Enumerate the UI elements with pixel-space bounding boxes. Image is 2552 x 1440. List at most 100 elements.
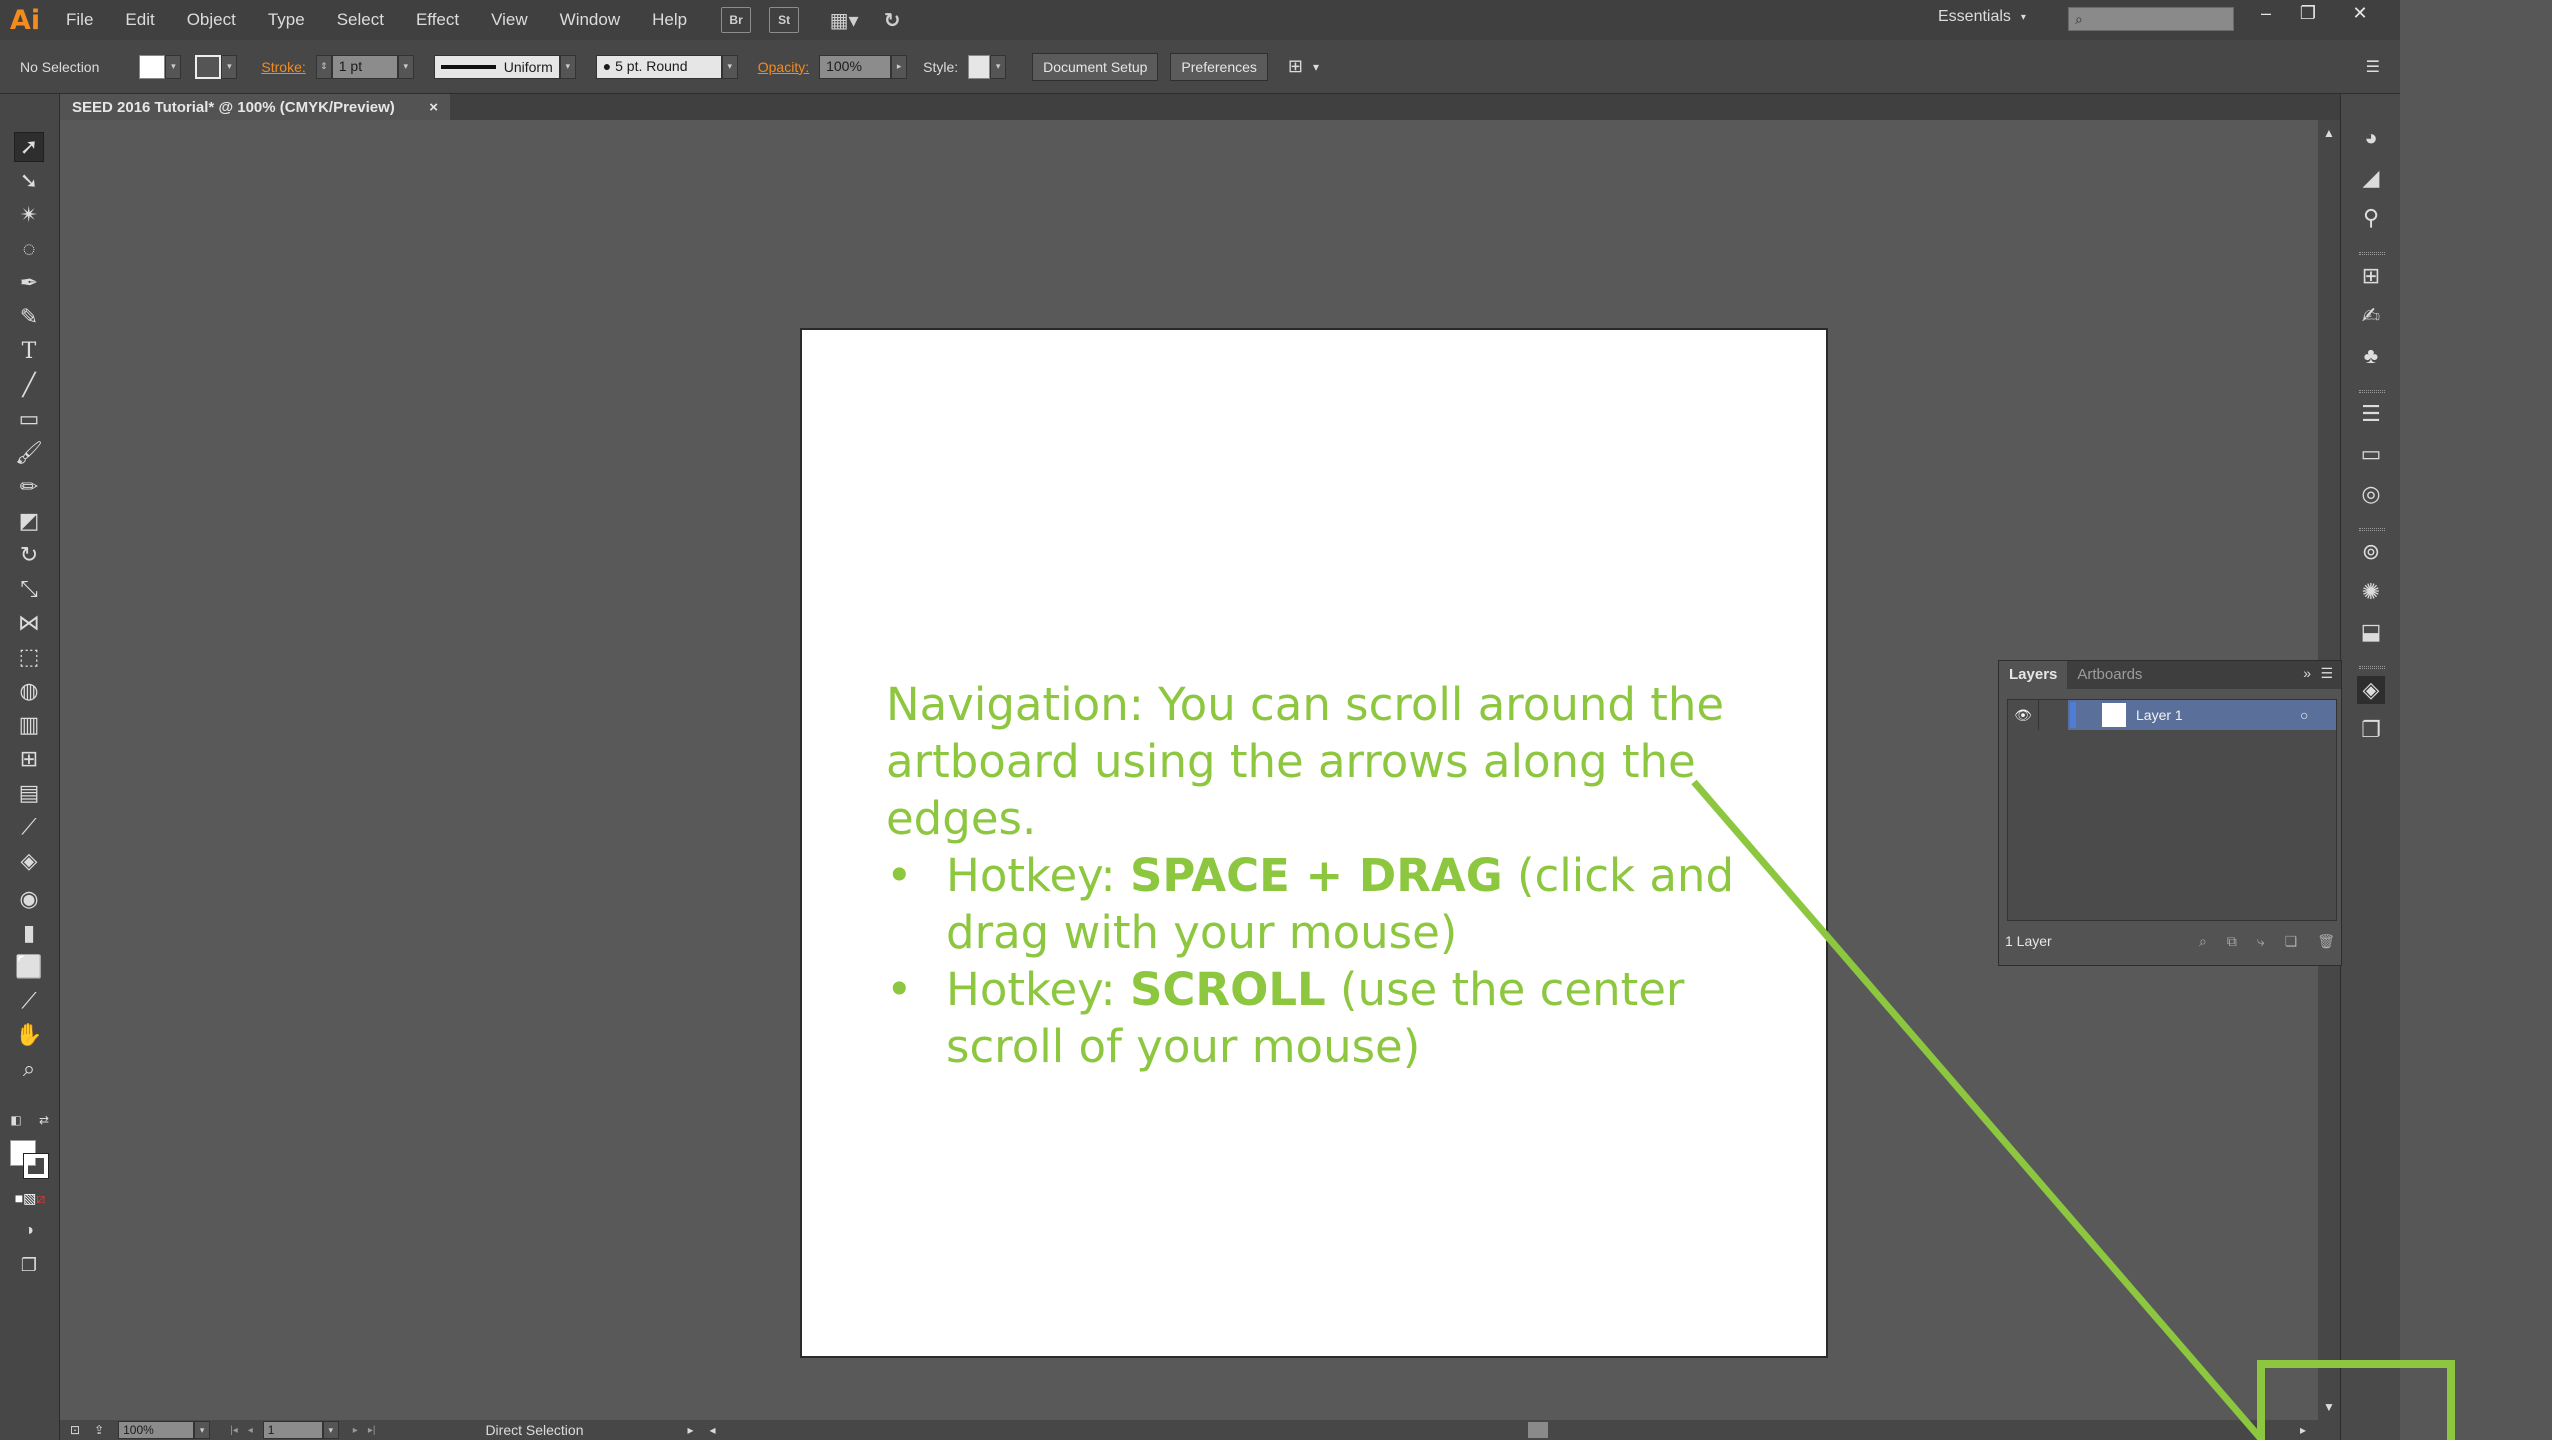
color-mode-icon[interactable]: ■▧ ⧄	[10, 1188, 50, 1208]
close-tab-icon[interactable]: ×	[429, 99, 438, 116]
collapse-panel-icon[interactable]: »	[2303, 665, 2311, 681]
share-icon[interactable]: ⇪	[94, 1423, 104, 1437]
eraser-tool-icon[interactable]: ◩	[14, 506, 44, 536]
gradient-tool-icon[interactable]: ▤	[14, 778, 44, 808]
menu-effect[interactable]: Effect	[400, 0, 475, 40]
tab-layers[interactable]: Layers	[1999, 661, 2068, 689]
new-sublayer-icon[interactable]: ⤷	[2257, 933, 2265, 950]
brushes-icon[interactable]: ✍	[2357, 302, 2385, 330]
scale-tool-icon[interactable]: ⤡	[14, 574, 44, 604]
next-artboard-icon[interactable]: ▸	[353, 1425, 358, 1436]
lasso-tool-icon[interactable]: ◌	[14, 234, 44, 264]
chevron-down-icon[interactable]: ▾	[1313, 60, 1319, 74]
selection-tool-icon[interactable]: ➚	[14, 132, 44, 162]
stroke-swatch[interactable]	[195, 54, 222, 79]
profile-dropdown[interactable]: ▾	[559, 54, 576, 79]
preferences-button[interactable]: Preferences	[1170, 52, 1268, 81]
variable-width-profile[interactable]: Uniform	[433, 54, 560, 79]
color-guide-icon[interactable]: ◢	[2357, 164, 2385, 192]
visibility-eye-icon[interactable]: 👁	[2008, 700, 2038, 730]
line-tool-icon[interactable]: ╱	[14, 370, 44, 400]
stock-button[interactable]: St	[769, 7, 800, 33]
layers-icon[interactable]: ◈	[2357, 676, 2385, 704]
rectangle-tool-icon[interactable]: ▭	[14, 404, 44, 434]
artboard-tool-icon[interactable]: ⬜	[14, 952, 44, 982]
dock-separator[interactable]	[2359, 390, 2385, 393]
menu-type[interactable]: Type	[252, 0, 321, 40]
color-panel-icon[interactable]: ◕	[2357, 124, 2385, 152]
pen-tool-icon[interactable]: ✒	[14, 268, 44, 298]
stroke-weight-field[interactable]: 1 pt	[331, 54, 398, 79]
drawing-mode-icon[interactable]: ◑	[14, 1216, 44, 1246]
blend-tool-icon[interactable]: ◈	[14, 846, 44, 876]
screen-mode-icon[interactable]: ❐	[14, 1250, 44, 1280]
eyedropper-tool-icon[interactable]: ⟋	[14, 812, 44, 842]
paintbrush-tool-icon[interactable]: 🖌	[14, 438, 44, 468]
menu-select[interactable]: Select	[321, 0, 400, 40]
scroll-up-arrow-icon[interactable]: ▲	[2323, 126, 2335, 140]
perspective-grid-tool-icon[interactable]: ▥	[14, 710, 44, 740]
dock-separator[interactable]	[2359, 666, 2385, 669]
document-tab[interactable]: SEED 2016 Tutorial* @ 100% (CMYK/Preview…	[60, 94, 450, 120]
opacity-field[interactable]: 100%	[819, 54, 892, 79]
menu-object[interactable]: Object	[171, 0, 252, 40]
gradient-panel-icon[interactable]: ▭	[2357, 440, 2385, 468]
asset-export-icon[interactable]: ⬓	[2357, 618, 2385, 646]
style-swatch[interactable]	[968, 54, 991, 79]
artboard-number-field[interactable]: 1	[262, 1421, 323, 1439]
shape-builder-tool-icon[interactable]: ◍	[14, 676, 44, 706]
rotate-tool-icon[interactable]: ↻	[14, 540, 44, 570]
curvature-tool-icon[interactable]: ✎	[14, 302, 44, 332]
layer-name[interactable]: Layer 1	[2136, 707, 2286, 723]
style-dropdown[interactable]: ▾	[990, 54, 1007, 79]
target-icon[interactable]: ○	[2300, 707, 2308, 723]
brush-dropdown[interactable]: ▾	[721, 54, 738, 79]
dock-separator[interactable]	[2359, 252, 2385, 255]
opacity-arrow[interactable]: ▸	[891, 54, 908, 79]
stroke-stepper[interactable]: ⇕	[315, 54, 332, 79]
navigation-text-frame[interactable]: Navigation: You can scroll around the ar…	[886, 676, 1766, 1075]
help-search-input[interactable]: ⌕	[2068, 7, 2234, 31]
lock-toggle[interactable]	[2038, 700, 2068, 730]
width-tool-icon[interactable]: ⋈	[14, 608, 44, 638]
minimize-icon[interactable]: –	[2246, 0, 2286, 26]
artboard-dropdown[interactable]: ▾	[322, 1421, 339, 1439]
column-graph-tool-icon[interactable]: ▮	[14, 918, 44, 948]
delete-layer-icon[interactable]: 🗑	[2317, 933, 2335, 950]
previous-artboard-icon[interactable]: ◂	[248, 1425, 253, 1436]
arrange-documents-icon[interactable]: ▦▾	[829, 7, 859, 33]
transparency-icon[interactable]: ◎	[2357, 480, 2385, 508]
zoom-tool-icon[interactable]: ⌕	[14, 1054, 44, 1084]
mesh-tool-icon[interactable]: ⊞	[14, 744, 44, 774]
default-colors-icon[interactable]: ◧	[6, 1110, 26, 1130]
gpu-performance-icon[interactable]: ↻	[877, 7, 907, 33]
menu-view[interactable]: View	[475, 0, 544, 40]
scroll-left-arrow-icon[interactable]: ◂	[709, 1423, 715, 1437]
horizontal-scroll-thumb[interactable]	[1528, 1422, 1548, 1438]
status-menu-arrow-icon[interactable]: ▸	[687, 1423, 693, 1437]
maximize-icon[interactable]: ❐	[2288, 0, 2328, 26]
artboard[interactable]: Navigation: You can scroll around the ar…	[800, 328, 1828, 1358]
slice-tool-icon[interactable]: ⟋	[14, 986, 44, 1016]
menu-edit[interactable]: Edit	[109, 0, 170, 40]
free-transform-tool-icon[interactable]: ⬚	[14, 642, 44, 672]
pencil-tool-icon[interactable]: ✏	[14, 472, 44, 502]
opacity-label[interactable]: Opacity:	[748, 59, 819, 75]
close-icon[interactable]: ✕	[2340, 0, 2380, 26]
workspace-switcher[interactable]: Essentials ▾	[1938, 8, 2026, 26]
hand-tool-icon[interactable]: ✋	[14, 1020, 44, 1050]
stroke-panel-icon[interactable]: ☰	[2357, 400, 2385, 428]
menu-window[interactable]: Window	[544, 0, 636, 40]
clipping-mask-icon[interactable]: ⧉	[2227, 933, 2237, 950]
stroke-label[interactable]: Stroke:	[251, 59, 315, 75]
stroke-weight-dropdown[interactable]: ▾	[397, 54, 414, 79]
symbol-sprayer-tool-icon[interactable]: ◉	[14, 884, 44, 914]
graphic-styles-icon[interactable]: ✺	[2357, 578, 2385, 606]
brush-definition[interactable]: ● 5 pt. Round	[595, 54, 722, 79]
bridge-button[interactable]: Br	[721, 7, 752, 33]
new-layer-icon[interactable]: ❏	[2285, 933, 2298, 950]
fill-dropdown[interactable]: ▾	[165, 54, 182, 79]
symbols-icon[interactable]: ♣	[2357, 342, 2385, 370]
type-tool-icon[interactable]: T	[14, 336, 44, 366]
menu-file[interactable]: File	[50, 0, 109, 40]
